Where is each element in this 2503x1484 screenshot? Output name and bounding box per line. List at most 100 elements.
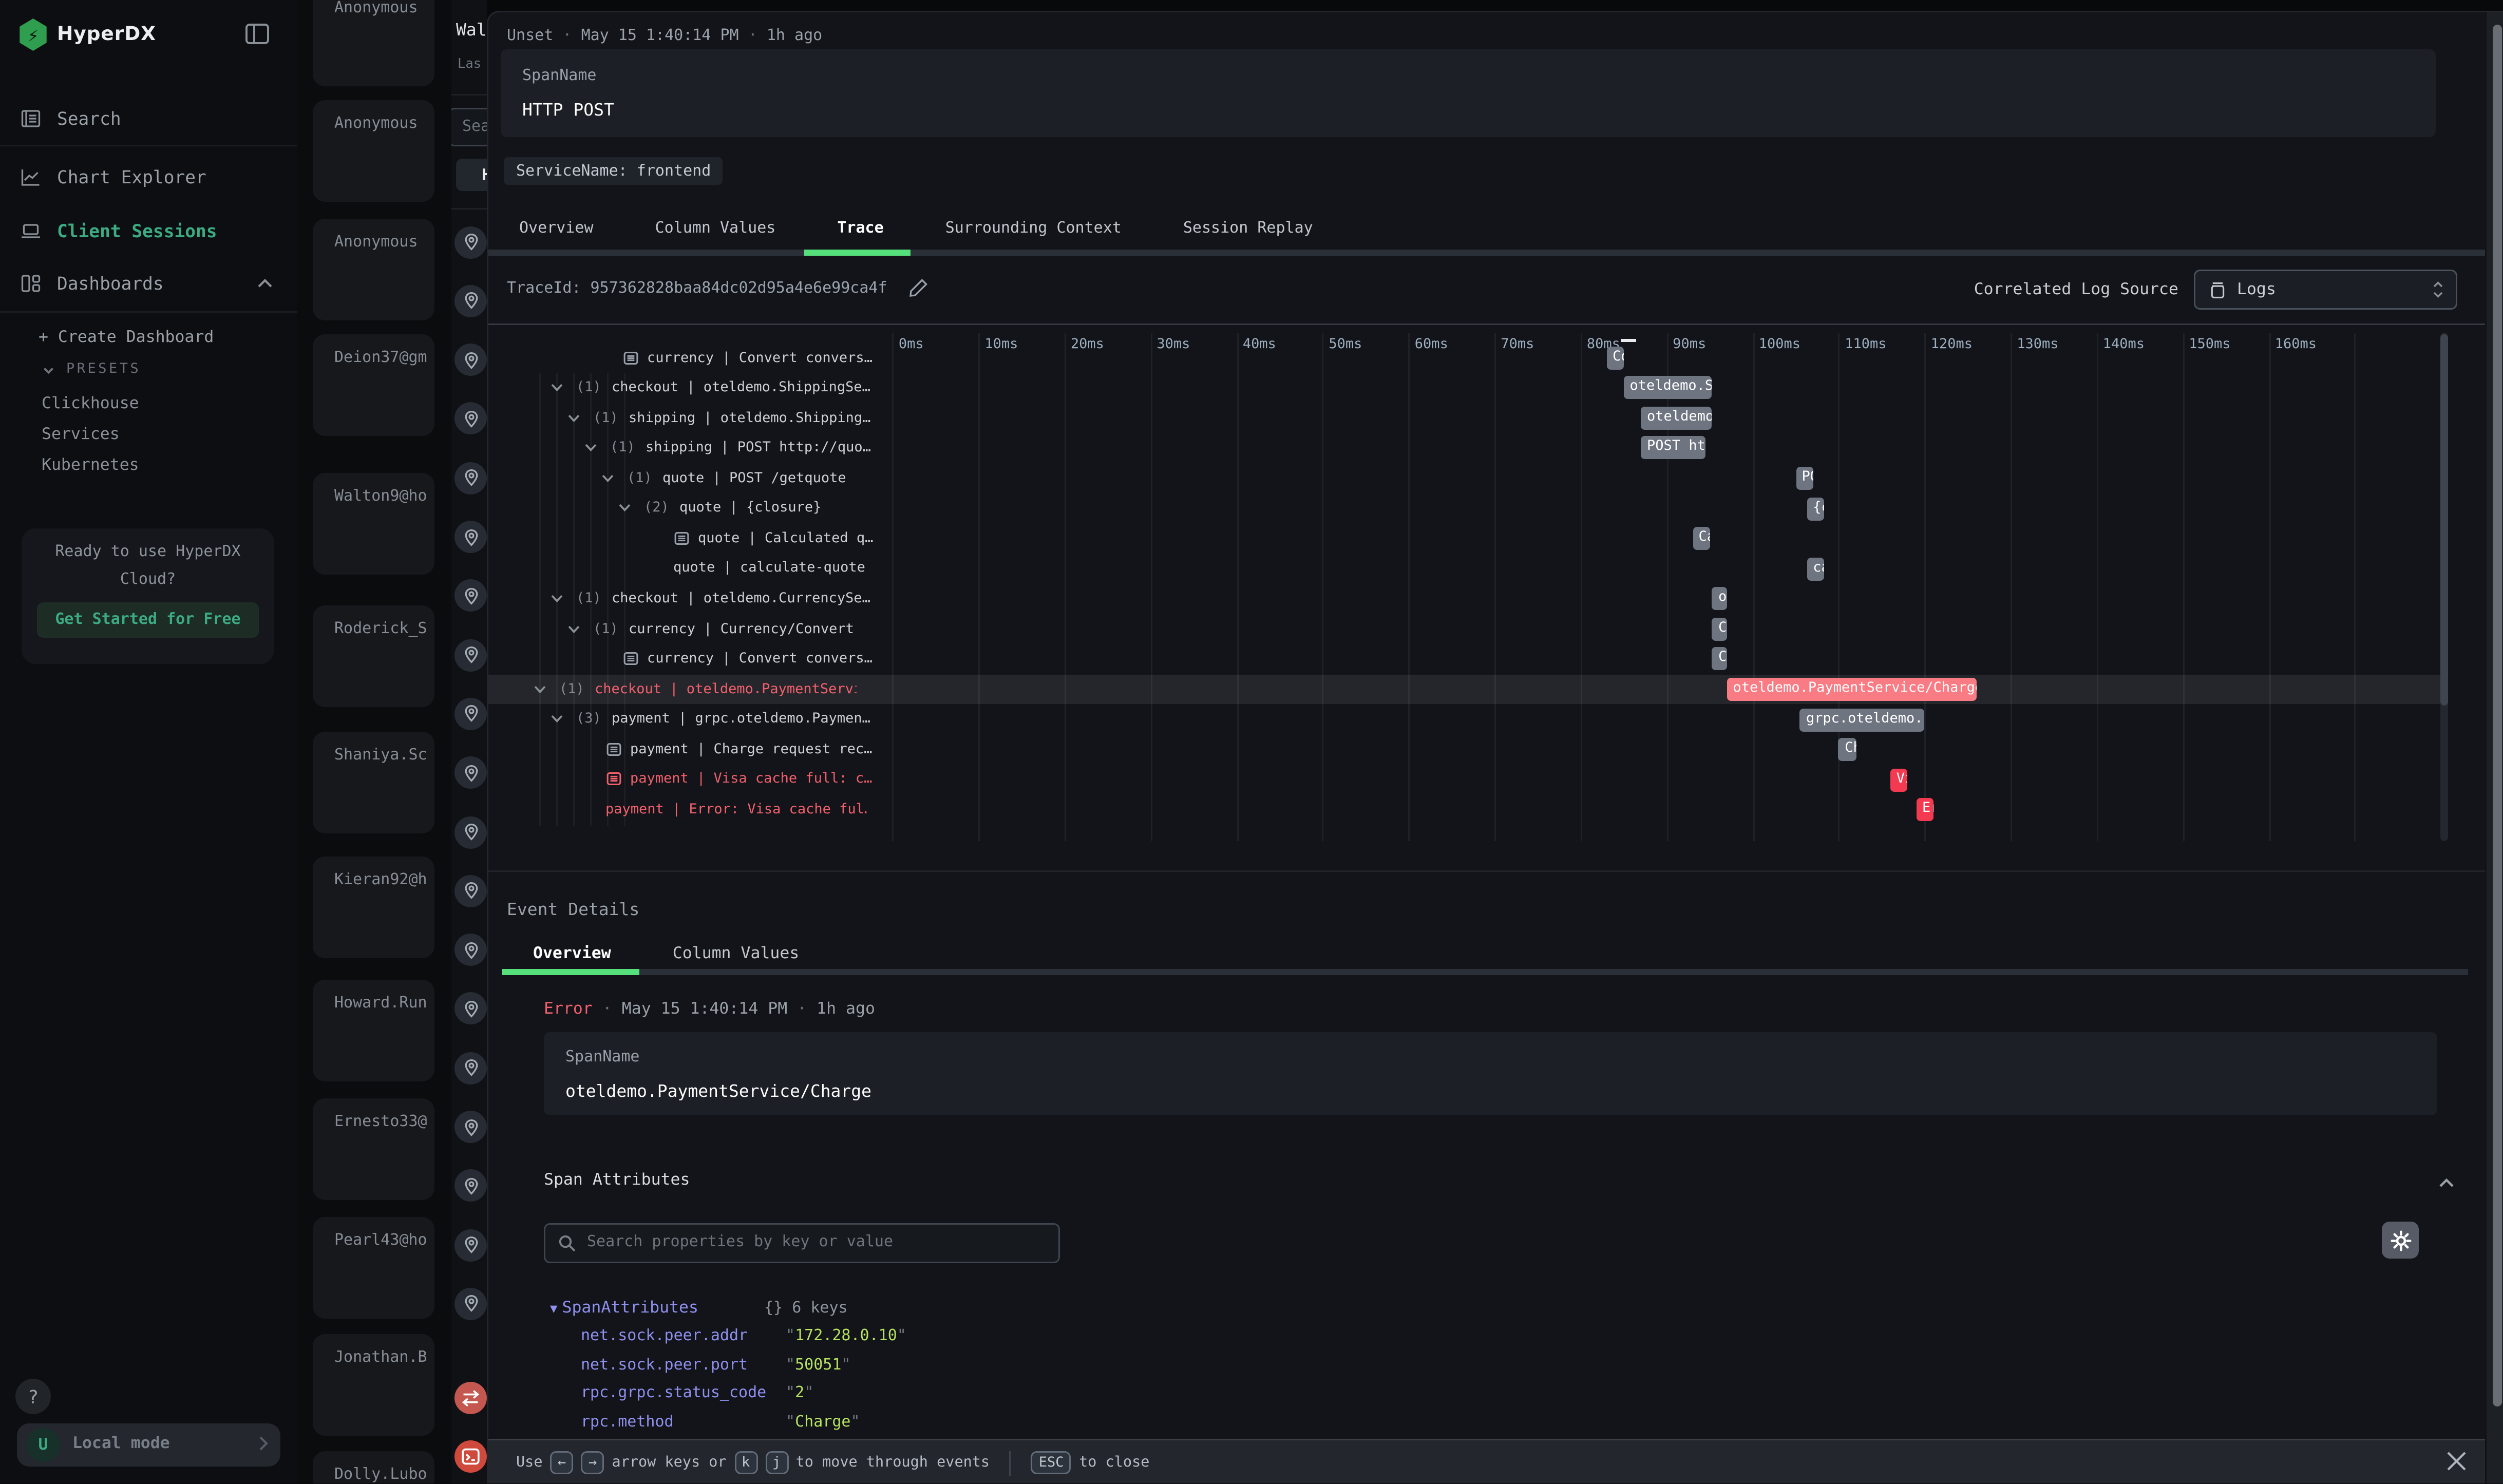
- location-pin-icon[interactable]: [454, 874, 487, 907]
- sidebar-item-client-sessions[interactable]: Client Sessions: [0, 211, 297, 251]
- session-card[interactable]: Anonymous: [313, 0, 434, 86]
- chevron-down-icon[interactable]: [550, 380, 564, 394]
- trace-row[interactable]: payment | Charge request rec…: [488, 734, 2440, 765]
- location-pin-icon[interactable]: [454, 1288, 487, 1320]
- location-pin-icon[interactable]: [454, 1229, 487, 1261]
- chevron-down-icon[interactable]: [567, 622, 581, 636]
- chevron-down-icon[interactable]: [533, 682, 547, 696]
- session-search-input[interactable]: Sea: [451, 108, 487, 146]
- chevron-down-icon[interactable]: [550, 712, 564, 726]
- session-card[interactable]: Roderick_S: [313, 605, 434, 707]
- location-pin-icon[interactable]: [454, 462, 487, 494]
- trace-row[interactable]: (1)checkout | oteldemo.PaymentServi…: [488, 674, 2440, 705]
- presets-toggle[interactable]: PRESETS: [42, 362, 141, 377]
- span-bar[interactable]: Error: Visa cache ful: [1916, 798, 1933, 822]
- waterfall-scrollbar[interactable]: [2440, 333, 2448, 841]
- event-details-tab-column-values[interactable]: Column Values: [642, 934, 830, 974]
- attributes-group-toggle[interactable]: ▼SpanAttributes: [550, 1299, 698, 1317]
- trace-row[interactable]: (1)checkout | oteldemo.CurrencySe…: [488, 584, 2440, 614]
- session-card[interactable]: Kieran92@h: [313, 857, 434, 958]
- span-bar[interactable]: grpc.oteldemo.Paymen: [1800, 708, 1925, 731]
- session-card[interactable]: Walton9@ho: [313, 473, 434, 575]
- session-card[interactable]: Howard.Run: [313, 980, 434, 1081]
- attribute-key[interactable]: net.sock.peer.addr: [581, 1328, 748, 1345]
- trace-row[interactable]: (1)quote | POST /getquote: [488, 463, 2440, 493]
- service-chip[interactable]: ServiceName: frontend: [504, 157, 723, 185]
- span-bar[interactable]: Calculated q: [1693, 527, 1710, 550]
- tab-session-replay[interactable]: Session Replay: [1152, 208, 1344, 250]
- span-bar[interactable]: Charge request rec: [1838, 738, 1855, 761]
- span-bar[interactable]: Visa cache full: c: [1890, 768, 1907, 791]
- session-card[interactable]: Anonymous: [313, 100, 434, 202]
- chevron-down-icon[interactable]: [618, 501, 632, 515]
- span-bar[interactable]: oteldemo.Shipping: [1641, 407, 1712, 430]
- gear-icon[interactable]: [2382, 1222, 2419, 1259]
- help-button[interactable]: ?: [15, 1379, 51, 1414]
- span-bar[interactable]: Convert convers: [1606, 346, 1623, 369]
- session-card[interactable]: Ernesto33@: [313, 1098, 434, 1200]
- log-source-select[interactable]: Logs: [2194, 270, 2457, 310]
- highlighted-button[interactable]: H: [456, 159, 487, 191]
- trace-row[interactable]: quote | Calculated q…: [488, 524, 2440, 554]
- span-bar[interactable]: POST /getquote: [1796, 467, 1813, 490]
- trace-row[interactable]: payment | Error: Visa cache ful…: [488, 795, 2440, 825]
- tab-overview[interactable]: Overview: [488, 208, 624, 250]
- tab-column-values[interactable]: Column Values: [624, 208, 807, 250]
- create-dashboard-button[interactable]: + Create Dashboard: [39, 328, 214, 347]
- trace-row[interactable]: (1)shipping | POST http://quo…: [488, 433, 2440, 464]
- session-card[interactable]: Shaniya.Sc: [313, 732, 434, 833]
- span-bar[interactable]: {closure}: [1807, 497, 1824, 520]
- location-pin-icon[interactable]: [454, 344, 487, 376]
- location-pin-icon[interactable]: [454, 284, 487, 317]
- tab-trace[interactable]: Trace: [806, 208, 914, 250]
- chevron-down-icon[interactable]: [567, 411, 581, 425]
- location-pin-icon[interactable]: [454, 639, 487, 671]
- span-bar[interactable]: Convert convers: [1712, 648, 1727, 671]
- span-bar[interactable]: oteldemo.ShippingSe: [1624, 376, 1713, 399]
- sidebar-item-dashboards[interactable]: Dashboards: [0, 263, 297, 303]
- trace-row[interactable]: (1)currency | Currency/Convert: [488, 614, 2440, 644]
- attribute-key[interactable]: rpc.grpc.status_code: [581, 1385, 766, 1402]
- event-details-tab-overview[interactable]: Overview: [502, 934, 642, 974]
- session-card[interactable]: Deion37@gm: [313, 334, 434, 436]
- drawer-scrollbar[interactable]: [2485, 12, 2503, 1484]
- attributes-search-input[interactable]: Search properties by key or value: [544, 1223, 1060, 1263]
- trace-row[interactable]: (1)checkout | oteldemo.ShippingSe…: [488, 373, 2440, 403]
- edit-pencil-icon[interactable]: [907, 277, 929, 299]
- span-bar[interactable]: oteldemo.PaymentService/Charge: [1727, 678, 1977, 701]
- span-bar[interactable]: oteldemo.CurrencySe: [1712, 587, 1727, 611]
- chevron-down-icon[interactable]: [601, 471, 615, 485]
- sidebar-preset-kubernetes[interactable]: Kubernetes: [42, 456, 139, 474]
- sidebar-preset-services[interactable]: Services: [42, 425, 120, 444]
- sidebar-preset-clickhouse[interactable]: Clickhouse: [42, 394, 139, 413]
- chevron-up-icon[interactable]: [2436, 1172, 2457, 1194]
- trace-row[interactable]: (3)payment | grpc.oteldemo.Paymen…: [488, 705, 2440, 735]
- session-card[interactable]: Dolly.Lubo: [313, 1451, 434, 1484]
- attribute-key[interactable]: net.sock.peer.port: [581, 1357, 748, 1374]
- location-pin-icon[interactable]: [454, 521, 487, 553]
- chevron-down-icon[interactable]: [584, 441, 598, 455]
- trace-row[interactable]: (1)shipping | oteldemo.Shipping…: [488, 403, 2440, 433]
- span-bar[interactable]: Currency/Convert: [1712, 617, 1727, 640]
- chevron-down-icon[interactable]: [550, 592, 564, 605]
- sidebar-collapse-icon[interactable]: [243, 20, 271, 48]
- span-bar[interactable]: POST http://quo: [1641, 436, 1705, 460]
- close-icon[interactable]: [2445, 1450, 2468, 1473]
- trace-row[interactable]: quote | calculate-quote: [488, 554, 2440, 584]
- session-card[interactable]: Anonymous: [313, 219, 434, 320]
- sidebar-item-chart-explorer[interactable]: Chart Explorer: [0, 157, 297, 197]
- local-mode-button[interactable]: U Local mode: [17, 1423, 280, 1467]
- trace-row[interactable]: (2)quote | {closure}: [488, 493, 2440, 524]
- trace-row[interactable]: payment | Visa cache full: c…: [488, 765, 2440, 795]
- trace-row[interactable]: currency | Convert convers…: [488, 343, 2440, 373]
- location-pin-icon[interactable]: [454, 1111, 487, 1143]
- location-pin-icon[interactable]: [454, 934, 487, 966]
- session-card[interactable]: Jonathan.B: [313, 1334, 434, 1436]
- span-bar[interactable]: calculate-quote: [1807, 557, 1824, 580]
- attribute-key[interactable]: rpc.method: [581, 1414, 674, 1431]
- trace-row[interactable]: currency | Convert convers…: [488, 644, 2440, 674]
- get-started-button[interactable]: Get Started for Free: [37, 602, 259, 638]
- sidebar-item-search[interactable]: Search: [0, 99, 297, 139]
- tab-surrounding-context[interactable]: Surrounding Context: [915, 208, 1152, 250]
- location-pin-icon[interactable]: [454, 698, 487, 730]
